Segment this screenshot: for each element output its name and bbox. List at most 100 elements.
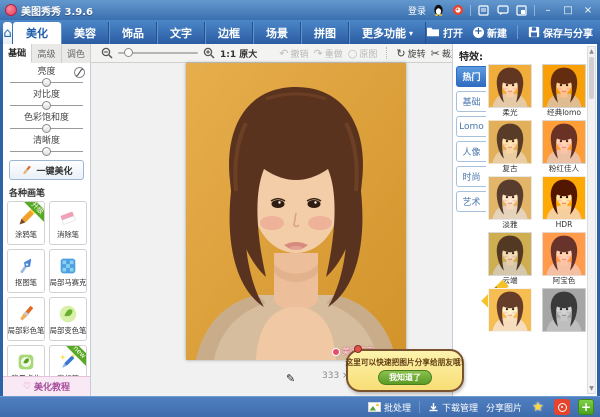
effect-hdr[interactable]: HDR — [542, 176, 586, 230]
tab-more-features[interactable]: 更多功能▾ — [349, 22, 426, 44]
pen-nib-icon — [15, 255, 37, 277]
brush-grid: 升级 涂鸦笔 消除笔 抠图笔 局部马赛克 局部 — [3, 201, 90, 389]
meitu-taotao-button[interactable]: ★ — [530, 399, 546, 415]
subtab-tone[interactable]: 调色 — [62, 44, 91, 63]
hand-doodle-icon: ♡ — [23, 382, 31, 392]
effect-vip[interactable]: 会员 — [488, 288, 532, 342]
close-button[interactable]: × — [581, 4, 595, 17]
curve-adjust-icon[interactable] — [74, 67, 85, 78]
tab-cosmetic[interactable]: 美容 — [61, 22, 109, 44]
download-manager-button[interactable]: 下载管理 — [428, 401, 478, 414]
sharpness-slider-row: 清晰度 — [10, 136, 83, 156]
category-hot[interactable]: 热门 — [456, 66, 486, 87]
sharpness-slider-handle[interactable] — [42, 147, 51, 156]
feedback-icon[interactable] — [477, 4, 490, 17]
effect-retro[interactable]: 复古 — [488, 120, 532, 174]
original-button[interactable]: ○原图 — [348, 47, 378, 60]
toolbar-divider — [386, 47, 387, 59]
tab-beautify[interactable]: 美化 — [13, 22, 61, 44]
scrollbar-thumb[interactable] — [589, 57, 594, 99]
effect-soft-light[interactable]: 柔光 — [488, 64, 532, 118]
cutout-pen-button[interactable]: 抠图笔 — [7, 249, 45, 293]
photo-image[interactable] — [186, 63, 406, 360]
saturation-slider-handle[interactable] — [42, 124, 51, 133]
edit-toolbar: 基础 高级 调色 1:1 原大 ↶撤销 ↷重做 ○原图 ↻旋转 ✂裁剪 尺寸 — [3, 44, 452, 63]
local-recolor-pen-button[interactable]: 局部变色笔 — [49, 297, 87, 341]
saturation-slider-row: 色彩饱和度 — [10, 113, 83, 133]
tab-frame[interactable]: 边框 — [205, 22, 253, 44]
contrast-slider[interactable] — [10, 101, 83, 110]
contrast-label: 对比度 — [10, 90, 83, 101]
sharpness-slider[interactable] — [10, 147, 83, 156]
home-tab[interactable]: ⌂ — [3, 22, 12, 44]
batch-process-button[interactable]: 批处理 — [368, 401, 411, 414]
subtab-advanced[interactable]: 高级 — [32, 44, 61, 63]
effect-abao-color[interactable]: 阿宝色 — [542, 232, 586, 286]
weibo-share-button[interactable] — [554, 399, 570, 415]
brightness-slider-handle[interactable] — [42, 78, 51, 87]
zoom-slider[interactable] — [118, 52, 198, 54]
zoom-out-icon[interactable] — [101, 47, 113, 59]
download-icon — [428, 402, 439, 413]
open-button[interactable]: 打开 — [426, 25, 463, 40]
message-icon[interactable] — [496, 4, 509, 17]
local-mosaic-button[interactable]: 局部马赛克 — [49, 249, 87, 293]
tab-scene[interactable]: 场景 — [253, 22, 301, 44]
tab-accessories[interactable]: 饰品 — [109, 22, 157, 44]
app-logo-icon — [5, 4, 17, 16]
weibo-icon[interactable] — [451, 4, 464, 17]
undo-button[interactable]: ↶撤销 — [279, 47, 308, 60]
zoom-level-label[interactable]: 1:1 原大 — [220, 47, 257, 60]
category-fashion[interactable]: 时尚 — [456, 166, 486, 187]
effects-scrollbar[interactable]: ▲ ▼ — [587, 46, 596, 394]
effect-elegant[interactable]: 淡雅 — [488, 176, 532, 230]
adjust-panel: 亮度 对比度 色彩饱和度 清晰度 一键美化 — [3, 63, 91, 396]
plus-circle-icon: + — [473, 27, 484, 38]
effect-thumbnail — [488, 120, 532, 164]
qq-icon[interactable] — [432, 4, 445, 17]
contrast-slider-handle[interactable] — [42, 101, 51, 110]
brightness-slider[interactable] — [10, 78, 83, 87]
new-button[interactable]: + 新建 — [473, 25, 507, 40]
category-lomo[interactable]: Lomo — [456, 116, 486, 137]
home-icon: ⌂ — [3, 26, 11, 41]
titlebar-separator — [470, 5, 471, 16]
eraser-pen-button[interactable]: 消除笔 — [49, 201, 87, 245]
effect-black-white[interactable] — [542, 288, 586, 342]
zoom-in-icon[interactable] — [203, 47, 215, 59]
beautify-tutorial-link[interactable]: ♡ 美化教程 — [3, 376, 90, 396]
share-picture-button[interactable]: 分享图片 — [486, 401, 522, 414]
effect-classic-lomo[interactable]: 经典lomo — [542, 64, 586, 118]
adjust-subtabs: 基础 高级 调色 — [3, 44, 91, 63]
doodle-pen-button[interactable]: 升级 涂鸦笔 — [7, 201, 45, 245]
watermark-logo-icon — [332, 348, 340, 356]
subtab-basic[interactable]: 基础 — [3, 44, 32, 63]
category-portrait[interactable]: 人像 — [456, 141, 486, 162]
mini-window-icon[interactable] — [515, 4, 528, 17]
minimize-button[interactable]: – — [541, 4, 555, 17]
add-share-button[interactable]: + — [578, 399, 594, 415]
rotate-button[interactable]: ↻旋转 — [396, 47, 425, 60]
local-color-pen-button[interactable]: 局部彩色笔 — [7, 297, 45, 341]
maximize-button[interactable]: □ — [561, 4, 575, 17]
zoom-slider-handle[interactable] — [124, 48, 133, 57]
got-it-button[interactable]: 我知道了 — [378, 370, 432, 385]
scroll-up-icon[interactable]: ▲ — [588, 47, 595, 56]
category-art[interactable]: 艺术 — [456, 191, 486, 212]
save-icon — [528, 26, 540, 38]
weibo-eye-icon — [558, 403, 567, 412]
star-icon: ★ — [532, 400, 544, 415]
effect-pink-beauty[interactable]: 粉红佳人 — [542, 120, 586, 174]
save-share-button[interactable]: 保存与分享 — [528, 25, 593, 40]
tab-collage[interactable]: 拼图 — [301, 22, 349, 44]
bubble-dot-icon — [354, 345, 362, 353]
saturation-slider[interactable] — [10, 124, 83, 133]
category-basic[interactable]: 基础 — [456, 91, 486, 112]
redo-button[interactable]: ↷重做 — [314, 47, 343, 60]
effect-cloud[interactable]: 云端 — [488, 232, 532, 286]
scroll-down-icon[interactable]: ▼ — [588, 384, 595, 393]
one-key-beautify-button[interactable]: 一键美化 — [9, 160, 84, 180]
login-link[interactable]: 登录 — [408, 4, 426, 17]
brush-icon — [20, 164, 33, 177]
tab-text[interactable]: 文字 — [157, 22, 205, 44]
